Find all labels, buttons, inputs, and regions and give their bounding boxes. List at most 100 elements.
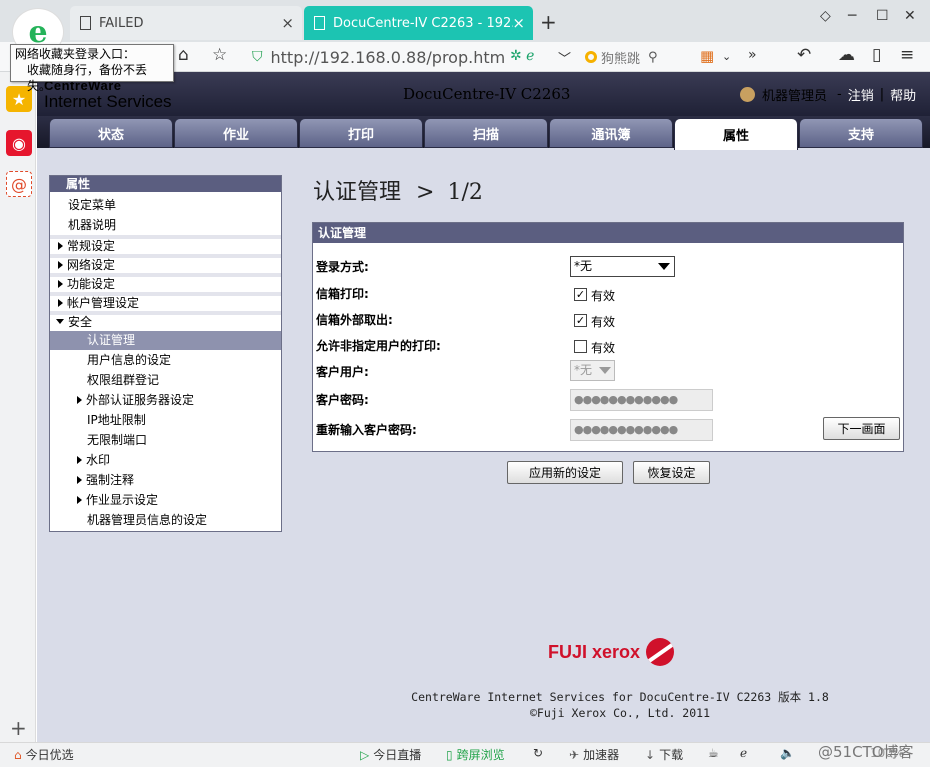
today-picks[interactable]: ⌂ 今日优选 — [14, 746, 74, 763]
login-method-label: 登录方式: — [316, 260, 369, 274]
search-icon[interactable]: ⚲ — [648, 50, 658, 65]
favorites-tooltip: 网络收藏夹登录入口： 收藏随身行，备份不丢失。 — [10, 44, 174, 93]
ie-icon[interactable]: ℯ — [740, 746, 747, 760]
tab-support[interactable]: 支持 — [799, 118, 923, 148]
close-window-icon[interactable]: ✕ — [904, 8, 916, 24]
menu-item-machine-description[interactable]: 机器说明 — [50, 216, 281, 235]
chevron-down-icon[interactable]: ⌄ — [722, 50, 731, 63]
tab-jobs[interactable]: 作业 — [174, 118, 298, 148]
menu-item-admin-info[interactable]: 机器管理员信息的设定 — [50, 511, 281, 530]
url-input[interactable]: ⛉ http://192.168.0.88/prop.htm — [252, 45, 505, 69]
browser-tab-docucentre[interactable]: DocuCentre-IV C2263 - 192.16 × — [304, 6, 533, 40]
device-model: DocuCentre-IV C2263 — [403, 85, 571, 103]
browser-tab-failed[interactable]: FAILED × — [70, 6, 302, 40]
menu-item-security[interactable]: 安全 — [50, 311, 281, 330]
menu-item-network-settings[interactable]: 网络设定 — [50, 254, 281, 273]
close-tab-icon[interactable]: × — [281, 14, 294, 32]
admin-area: 机器管理员 - 注销 | 帮助 — [740, 85, 916, 104]
search-placeholder: 狗熊跳 — [601, 51, 641, 67]
apply-settings-button[interactable]: 应用新的设定 — [507, 461, 623, 484]
tooltip-line1: 网络收藏夹登录入口： — [15, 47, 136, 61]
menu-item-user-info[interactable]: 用户信息的设定 — [50, 351, 281, 370]
skin-icon[interactable]: ◇ — [820, 8, 831, 24]
allow-unspecified-checkbox[interactable] — [574, 340, 587, 353]
menu-item-account-settings[interactable]: 帐户管理设定 — [50, 292, 281, 311]
play-icon: ▷ — [360, 747, 370, 762]
brand-line2: Internet Services — [44, 92, 172, 111]
mailbox-print-label: 信箱打印: — [316, 287, 369, 301]
page-title: 认证管理 > 1/2 — [313, 180, 483, 205]
menu-item-permission-groups[interactable]: 权限组群登记 — [50, 371, 281, 390]
allow-unspecified-option: 有效 — [591, 341, 616, 355]
compat-mode-icon[interactable]: ✲ ℯ — [510, 48, 534, 64]
watermark-text: @51CTO博客 — [818, 743, 914, 761]
favorite-star-icon[interactable]: ☆ — [212, 45, 227, 65]
menu-icon[interactable]: ≡ — [900, 45, 914, 65]
menu-item-job-display[interactable]: 作业显示设定 — [50, 491, 281, 510]
mailbox-retrieve-checkbox[interactable]: ✓ — [574, 314, 587, 327]
guest-password-input[interactable]: ●●●●●●●●●●●● — [570, 389, 713, 411]
download-button[interactable]: ↓ 下载 — [645, 746, 683, 763]
menu-item-settings-menu[interactable]: 设定菜单 — [50, 196, 281, 215]
mailbox-print-checkbox[interactable]: ✓ — [574, 288, 587, 301]
menu-item-watermark[interactable]: 水印 — [50, 451, 281, 470]
tab-print[interactable]: 打印 — [299, 118, 423, 148]
weibo-icon[interactable]: ◉ — [6, 130, 32, 156]
phone-icon[interactable]: ▯ — [872, 45, 881, 65]
logout-link[interactable]: 注销 — [848, 85, 874, 104]
login-method-select[interactable]: *无 — [570, 256, 675, 277]
add-sidebar-icon[interactable]: + — [10, 716, 27, 740]
dropdown-arrow-icon — [599, 367, 611, 374]
tab-properties[interactable]: 属性 — [674, 118, 798, 150]
guest-user-label: 客户用户: — [316, 365, 369, 379]
accelerator-button[interactable]: ✈ 加速器 — [569, 746, 619, 763]
next-screen-button[interactable]: 下一画面 — [823, 417, 900, 440]
admin-avatar-icon — [740, 87, 755, 102]
cross-screen-button[interactable]: ▯ 跨屏浏览 — [446, 746, 505, 763]
secure-shield-icon: ⛉ — [252, 49, 263, 65]
cloud-icon[interactable]: ☁ — [838, 45, 855, 65]
maximize-icon[interactable]: ☐ — [876, 8, 889, 24]
tab-status[interactable]: 状态 — [49, 118, 173, 148]
menu-item-ip-filter[interactable]: IP地址限制 — [50, 411, 281, 430]
menu-item-external-auth-server[interactable]: 外部认证服务器设定 — [50, 391, 281, 410]
guest-password-confirm-input[interactable]: ●●●●●●●●●●●● — [570, 419, 713, 441]
restore-settings-button[interactable]: 恢复设定 — [633, 461, 710, 484]
mailbox-print-option: 有效 — [591, 289, 616, 303]
tooltip-line2: 收藏随身行，备份不丢失。 — [27, 63, 148, 93]
menu-item-function-settings[interactable]: 功能设定 — [50, 273, 281, 292]
more-icon[interactable]: » — [748, 47, 757, 63]
copyright-line1: CentreWare Internet Services for DocuCen… — [411, 690, 829, 704]
volume-icon[interactable]: 🔈 — [780, 746, 795, 760]
page-number: 1/2 — [447, 180, 483, 205]
guest-user-select[interactable]: *无 — [570, 360, 615, 381]
download-icon: ↓ — [645, 747, 656, 762]
close-tab-icon[interactable]: × — [512, 14, 525, 32]
tab-address-book[interactable]: 通讯簿 — [549, 118, 673, 148]
search-input[interactable]: 狗熊跳 ⚲ — [585, 46, 695, 68]
triangle-right-icon — [58, 242, 63, 250]
coffee-icon[interactable]: ☕ — [708, 746, 719, 760]
triangle-right-icon — [77, 396, 82, 404]
minimize-icon[interactable]: ─ — [848, 8, 856, 24]
chevron-down-icon[interactable]: ﹀ — [558, 48, 571, 67]
undo-icon[interactable]: ↶ — [797, 45, 811, 65]
menu-item-unrestricted-port[interactable]: 无限制端口 — [50, 431, 281, 450]
gift-icon: ⌂ — [14, 747, 22, 762]
triangle-right-icon — [58, 280, 63, 288]
menu-item-general-settings[interactable]: 常规设定 — [50, 235, 281, 254]
plane-icon: ✈ — [569, 747, 580, 762]
menu-item-authentication[interactable]: 认证管理 — [50, 331, 281, 350]
menu-item-forced-annotation[interactable]: 强制注释 — [50, 471, 281, 490]
mailbox-retrieve-option: 有效 — [591, 315, 616, 329]
live-button[interactable]: ▷ 今日直播 — [360, 746, 421, 763]
guest-password-label: 客户密码: — [316, 393, 369, 407]
home-icon[interactable]: ⌂ — [178, 45, 189, 65]
new-tab-icon[interactable]: + — [540, 10, 557, 34]
apps-grid-icon[interactable]: ▦ — [700, 47, 714, 65]
help-link[interactable]: 帮助 — [890, 85, 916, 104]
menu-title: 属性 — [50, 176, 281, 192]
mail-icon[interactable]: @ — [6, 171, 32, 197]
tab-scan[interactable]: 扫描 — [424, 118, 548, 148]
refresh-icon[interactable]: ↻ — [533, 746, 543, 760]
